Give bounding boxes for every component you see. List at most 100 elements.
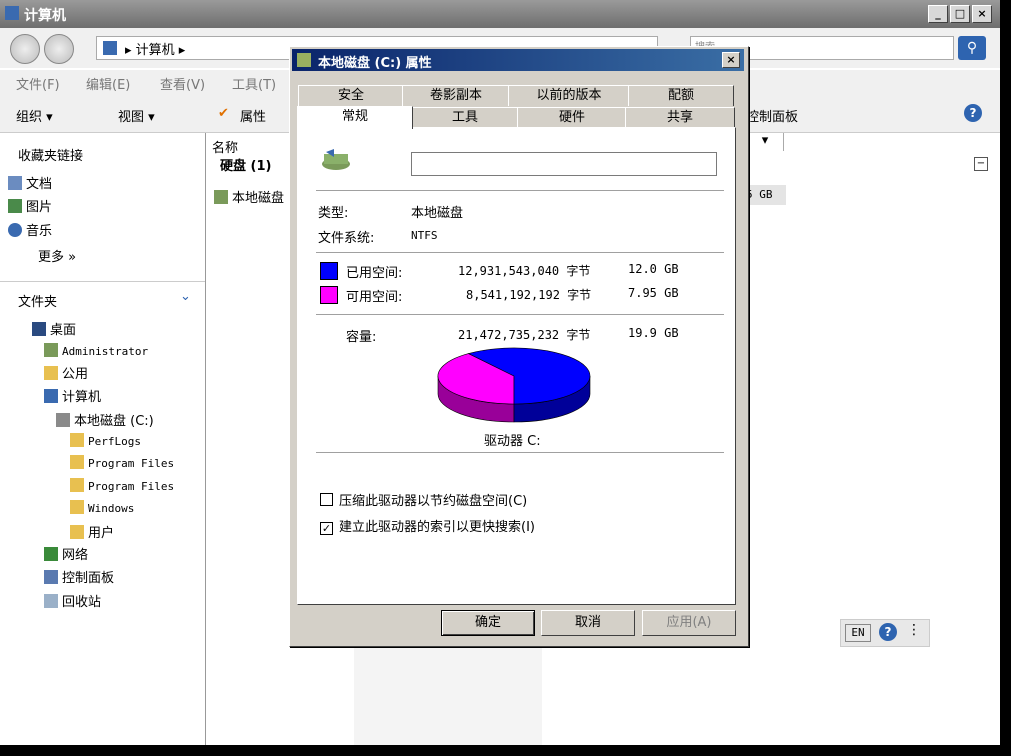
properties-button[interactable]: 属性	[240, 106, 266, 125]
tree-local-disk[interactable]: 本地磁盘 (C:)	[56, 410, 154, 429]
tree-network[interactable]: 网络	[44, 544, 88, 563]
drive-icon	[297, 53, 311, 67]
capacity-label: 容量:	[346, 330, 377, 345]
help-icon[interactable]: ?	[964, 104, 982, 122]
used-space-label: 已用空间:	[346, 266, 403, 281]
column-header-name[interactable]: 名称	[212, 137, 238, 156]
tree-computer[interactable]: 计算机	[44, 386, 101, 405]
menu-file[interactable]: 文件(F)	[16, 74, 60, 93]
free-color-swatch	[320, 286, 338, 304]
explorer-title-bar[interactable]: 计算机 _ □ ×	[0, 0, 1000, 28]
tab-hardware[interactable]: 硬件	[517, 107, 627, 128]
filesystem-value: NTFS	[411, 229, 438, 242]
general-tab-panel: 类型: 本地磁盘 文件系统: NTFS 已用空间: 12,931,543,040…	[297, 127, 736, 605]
tree-users[interactable]: 用户	[70, 522, 114, 541]
dialog-close-button[interactable]: ×	[722, 52, 740, 68]
language-bar[interactable]: EN ? ⋮	[840, 619, 930, 647]
documents-icon	[8, 176, 22, 190]
favorite-label: 音乐	[26, 224, 53, 239]
drive-icon	[56, 413, 70, 427]
recycle-bin-icon	[44, 594, 58, 608]
tab-shadow-copies[interactable]: 卷影副本	[402, 85, 510, 106]
group-header[interactable]: 硬盘 (1)	[220, 155, 271, 174]
breadcrumb-text: ▸ 计算机 ▸	[125, 43, 186, 58]
explorer-title: 计算机	[24, 8, 66, 24]
type-value: 本地磁盘	[411, 206, 464, 221]
folder-icon	[44, 366, 58, 380]
favorite-pictures[interactable]: 图片	[8, 196, 52, 215]
tree-administrator[interactable]: Administrator	[44, 343, 148, 358]
collapse-icon[interactable]: −	[974, 157, 988, 171]
filesystem-label: 文件系统:	[318, 231, 375, 246]
favorite-label: 图片	[26, 200, 53, 215]
search-icon[interactable]: ⚲	[958, 36, 986, 60]
music-icon	[8, 223, 22, 237]
used-space-bytes: 12,931,543,040 字节	[458, 264, 591, 278]
tree-label: Windows	[88, 502, 135, 515]
tree-desktop[interactable]: 桌面	[32, 319, 76, 338]
lang-indicator[interactable]: EN	[845, 624, 871, 642]
organize-button[interactable]: 组织 ▾	[16, 106, 53, 125]
menu-tools[interactable]: 工具(T)	[232, 74, 276, 93]
dialog-title-bar[interactable]: 本地磁盘 (C:) 属性 ×	[292, 49, 744, 71]
free-space-bytes: 8,541,192,192 字节	[466, 288, 592, 302]
options-icon[interactable]: ⋮	[907, 622, 921, 638]
divider	[0, 281, 205, 282]
column-dropdown-icon[interactable]: ▾	[746, 133, 784, 151]
volume-label-input[interactable]	[411, 152, 717, 176]
tree-label: 公用	[62, 367, 89, 382]
user-folder-icon	[44, 343, 58, 357]
favorite-documents[interactable]: 文档	[8, 173, 52, 192]
tab-tools[interactable]: 工具	[411, 107, 519, 128]
tree-label: 回收站	[62, 595, 102, 610]
used-color-swatch	[320, 262, 338, 280]
tree-windows[interactable]: Windows	[70, 500, 134, 515]
divider	[316, 452, 724, 454]
navigation-pane: 收藏夹链接 文档 图片 音乐 更多 » 文件夹 ⌄ 桌面 Administrat…	[0, 133, 206, 745]
compress-checkbox[interactable]	[320, 493, 333, 506]
tree-label: 计算机	[62, 390, 102, 405]
folder-icon	[70, 478, 84, 492]
type-label: 类型:	[318, 206, 349, 221]
compress-checkbox-row[interactable]: 压缩此驱动器以节约磁盘空间(C)	[320, 490, 527, 509]
menu-edit[interactable]: 编辑(E)	[86, 74, 130, 93]
capacity-bytes: 21,472,735,232 字节	[458, 328, 591, 342]
tree-perflogs[interactable]: PerfLogs	[70, 433, 141, 448]
tab-previous-versions[interactable]: 以前的版本	[508, 85, 630, 106]
favorite-music[interactable]: 音乐	[8, 220, 52, 239]
tab-general[interactable]: 常规	[297, 106, 413, 129]
tree-public[interactable]: 公用	[44, 363, 88, 382]
close-button[interactable]: ×	[972, 5, 992, 23]
maximize-button[interactable]: □	[950, 5, 970, 23]
index-checkbox-row[interactable]: ✓ 建立此驱动器的索引以更快搜索(I)	[320, 516, 535, 535]
views-button[interactable]: 视图 ▾	[118, 106, 155, 125]
tab-sharing[interactable]: 共享	[625, 107, 735, 128]
tree-recycle-bin[interactable]: 回收站	[44, 591, 101, 610]
menu-view[interactable]: 查看(V)	[160, 74, 205, 93]
control-panel-button[interactable]: 控制面板	[746, 106, 798, 125]
tree-program-files[interactable]: Program Files	[70, 455, 174, 470]
capacity-gb: 19.9 GB	[628, 326, 679, 340]
tree-control-panel[interactable]: 控制面板	[44, 567, 114, 586]
tab-security[interactable]: 安全	[298, 85, 404, 106]
drive-item[interactable]: 本地磁盘	[214, 187, 284, 206]
used-space-gb: 12.0 GB	[628, 262, 679, 276]
folder-icon	[70, 455, 84, 469]
free-space-label: 可用空间:	[346, 290, 403, 305]
chevron-down-icon[interactable]: ⌄	[180, 289, 191, 304]
help-icon[interactable]: ?	[879, 623, 897, 641]
network-icon	[44, 547, 58, 561]
apply-button[interactable]: 应用(A)	[642, 610, 736, 636]
tree-label: Administrator	[62, 345, 149, 358]
minimize-button[interactable]: _	[928, 5, 948, 23]
tree-program-files-x86[interactable]: Program Files	[70, 478, 174, 493]
folders-title[interactable]: 文件夹	[18, 291, 57, 310]
tab-quota[interactable]: 配额	[628, 85, 734, 106]
back-button[interactable]	[10, 34, 40, 64]
index-checkbox[interactable]: ✓	[320, 522, 333, 535]
divider	[316, 314, 724, 316]
ok-button[interactable]: 确定	[441, 610, 535, 636]
forward-button[interactable]	[44, 34, 74, 64]
cancel-button[interactable]: 取消	[541, 610, 635, 636]
more-link[interactable]: 更多 »	[38, 246, 76, 265]
